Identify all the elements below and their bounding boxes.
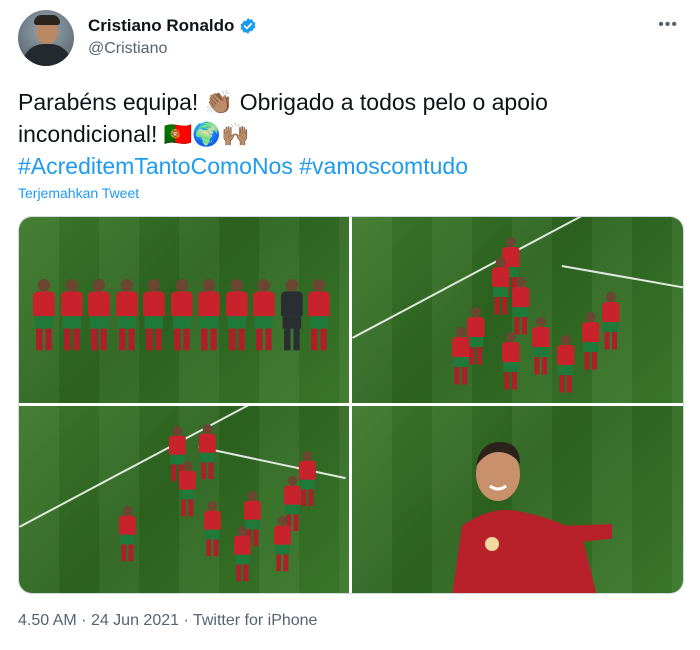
tweet-date[interactable]: 24 Jun 2021 (91, 612, 179, 629)
player-figure (452, 327, 470, 385)
player-figure (199, 424, 216, 480)
player-figure (179, 461, 196, 517)
player-figure (115, 279, 138, 351)
display-name[interactable]: Cristiano Ronaldo (88, 16, 234, 36)
hashtags: #AcreditemTantoComoNos #vamoscomtudo (18, 150, 468, 182)
ellipsis-icon[interactable]: ••• (658, 16, 678, 34)
hashtag-link[interactable]: #vamoscomtudo (299, 153, 468, 179)
player-figure (299, 451, 316, 507)
media-grid (18, 216, 684, 594)
avatar-body (22, 44, 72, 66)
player-figure (234, 526, 251, 582)
hashtag-link[interactable]: #AcreditemTantoComoNos (18, 153, 293, 179)
avatar[interactable] (18, 10, 74, 66)
meta-separator: · (183, 612, 189, 629)
tweet-header: Cristiano Ronaldo @Cristiano ••• (18, 10, 682, 68)
player-figure (143, 279, 165, 351)
player-figure (88, 279, 110, 351)
verified-badge-icon (240, 18, 256, 34)
photo-celebration-1[interactable] (352, 217, 683, 403)
player-figure (119, 506, 136, 562)
tweet-text: Parabéns equipa! 👏🏽 Obrigado a todos pel… (18, 89, 548, 147)
player-figure (557, 335, 575, 393)
player-figure (204, 501, 221, 557)
player-figure (225, 279, 248, 351)
player-figure (582, 312, 600, 370)
photo-celebration-2[interactable] (19, 406, 349, 593)
translate-tweet-link[interactable]: Terjemahkan Tweet (18, 185, 139, 201)
player-figure (532, 317, 550, 375)
pointing-player-figure (452, 442, 612, 593)
player-figure (170, 279, 193, 351)
player-figure (602, 292, 620, 350)
tweet-timestamp: 4.50 AM · 24 Jun 2021 · Twitter for iPho… (18, 612, 317, 630)
player-figure (502, 332, 520, 390)
player-figure (512, 277, 530, 335)
player-figure (308, 279, 330, 351)
player-figure (280, 279, 303, 351)
player-figure (33, 279, 55, 351)
tweet-time[interactable]: 4.50 AM (18, 612, 77, 629)
meta-separator: · (81, 612, 87, 629)
photo-player-pointing[interactable] (352, 406, 683, 593)
name-row[interactable]: Cristiano Ronaldo (88, 16, 257, 36)
tweet-source[interactable]: Twitter for iPhone (193, 612, 318, 629)
player-figure (492, 257, 510, 315)
player-figure (253, 279, 275, 351)
player-figure (60, 279, 83, 351)
avatar-hair (34, 15, 60, 25)
player-figure (198, 279, 220, 351)
user-handle[interactable]: @Cristiano (88, 40, 167, 58)
player-figure (274, 516, 291, 572)
photo-team-lineup[interactable] (19, 217, 349, 403)
player-figure (467, 307, 485, 365)
